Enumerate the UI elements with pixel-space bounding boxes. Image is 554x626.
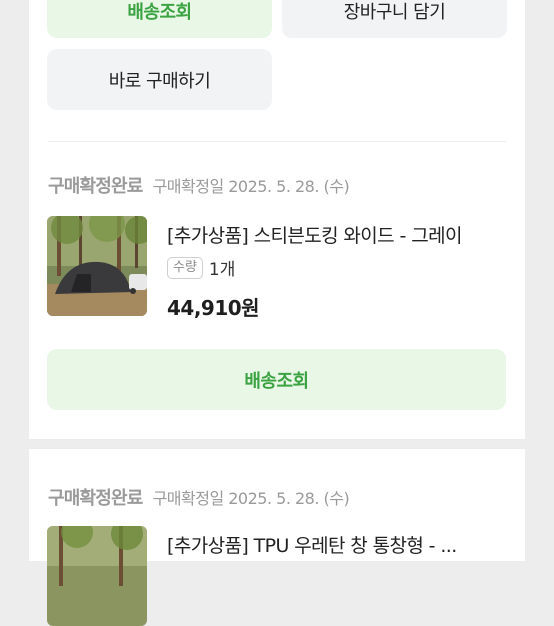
section-separator xyxy=(29,439,525,449)
confirm-date: 구매확정일 2025. 5. 28. (수) xyxy=(152,489,350,508)
order-status: 구매확정완료 xyxy=(48,488,143,509)
product-name[interactable]: [추가상품] 스티븐도킹 와이드 - 그레이 xyxy=(167,221,507,248)
tent-photo-icon xyxy=(47,216,147,316)
buy-now-button[interactable]: 바로 구매하기 xyxy=(47,49,272,110)
order-status-row: 구매확정완료 구매확정일 2025. 5. 28. (수) xyxy=(48,484,350,510)
order-status: 구매확정완료 xyxy=(48,176,143,197)
quantity-value: 1개 xyxy=(208,260,236,280)
tent-photo-icon xyxy=(47,526,147,626)
add-to-cart-button[interactable]: 장바구니 담기 xyxy=(282,0,507,38)
product-price: 44,910원 xyxy=(167,296,260,320)
product-thumbnail[interactable] xyxy=(47,216,147,316)
confirm-date: 구매확정일 2025. 5. 28. (수) xyxy=(152,177,350,196)
quantity-label: 수량 xyxy=(167,256,203,279)
divider xyxy=(48,141,506,142)
track-delivery-button[interactable]: 배송조회 xyxy=(47,349,506,410)
product-thumbnail[interactable] xyxy=(47,526,147,626)
track-delivery-button[interactable]: 배송조회 xyxy=(47,0,272,38)
quantity-row: 수량 1개 xyxy=(167,255,235,280)
order-status-row: 구매확정완료 구매확정일 2025. 5. 28. (수) xyxy=(48,172,350,198)
